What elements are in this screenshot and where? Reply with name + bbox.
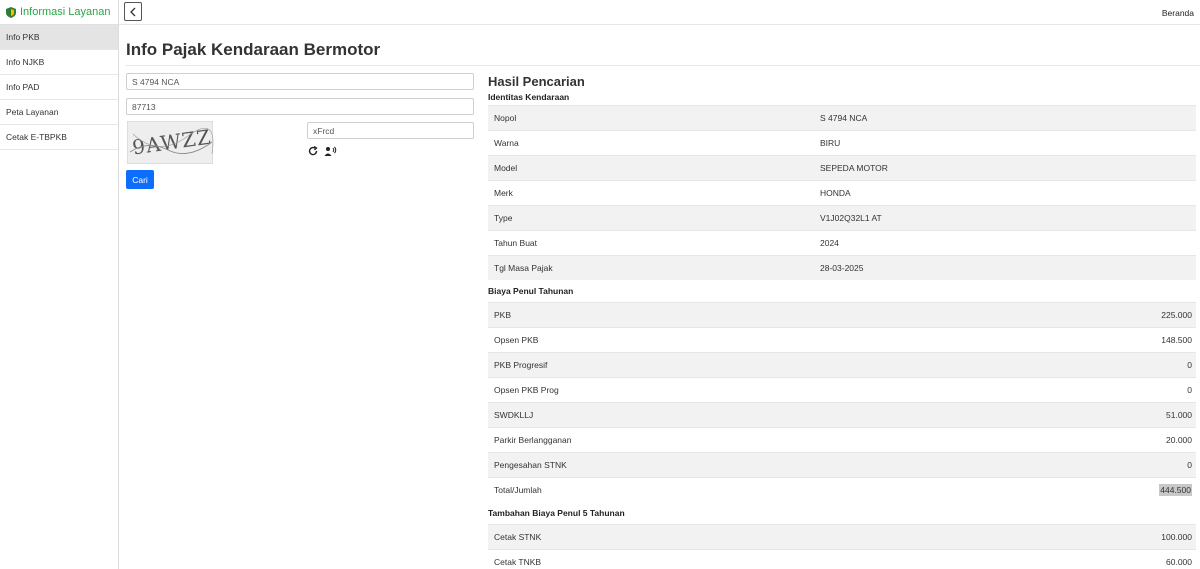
sidebar: Informasi Layanan Info PKB Info NJKB Inf… [0,0,119,569]
results-title: Hasil Pencarian [488,74,585,89]
row-label: Opsen PKB [494,335,539,345]
row-value: SEPEDA MOTOR [820,163,888,173]
table-row: Model SEPEDA MOTOR [488,155,1196,180]
table-row: PKB 225.000 [488,302,1196,327]
row-label: Tahun Buat [494,238,538,248]
table-row: Tahun Buat 2024 [488,230,1196,255]
row-label: Pengesahan STNK [494,460,567,470]
audio-icon[interactable] [324,146,337,156]
row-amount: 225.000 [1161,310,1192,320]
number-input[interactable]: 87713 [126,98,474,115]
captcha-input[interactable]: xFrcd [307,122,474,139]
row-label: SWDKLLJ [494,410,534,420]
sidebar-item-label: Info NJKB [6,57,45,67]
row-amount: 100.000 [1161,532,1192,542]
row-label: Nopol [494,113,517,123]
section-tambahan-heading: Tambahan Biaya Penul 5 Tahunan [488,508,625,518]
sidebar-item-cetak-etbpkb[interactable]: Cetak E-TBPKB [0,125,118,150]
table-row: SWDKLLJ 51.000 [488,402,1196,427]
table-row: Opsen PKB 148.500 [488,327,1196,352]
table-row: Opsen PKB Prog 0 [488,377,1196,402]
sidebar-item-label: Peta Layanan [6,107,59,117]
row-amount: 60.000 [1166,557,1192,567]
identitas-table: Nopol S 4794 NCA Warna BIRU Model SEPEDA MO… [488,105,1196,280]
sidebar-item-peta-layanan[interactable]: Peta Layanan [0,100,118,125]
back-button[interactable] [124,2,142,21]
biaya-table: PKB 225.000 Opsen PKB 148.500 PKB Progresi… [488,302,1196,502]
row-value: V1J02Q32L1 AT [820,213,882,223]
shield-icon [6,6,16,18]
row-label: Cetak TNKB [494,557,542,567]
table-row: Type V1J02Q32L1 AT [488,205,1196,230]
sidebar-item-info-pad[interactable]: Info PAD [0,75,118,100]
table-row: Merk HONDA [488,180,1196,205]
table-row-total: Total/Jumlah 444.500 [488,477,1196,502]
brand-label: Informasi Layanan [20,6,111,18]
row-label: Model [494,163,518,173]
table-row: Cetak TNKB 60.000 [488,549,1196,569]
row-amount: 148.500 [1161,335,1192,345]
row-amount: 0 [1187,460,1192,470]
row-label: Opsen PKB Prog [494,385,559,395]
row-value: 2024 [820,238,839,248]
table-row: Pengesahan STNK 0 [488,452,1196,477]
total-amount-cell: 444.500 [1159,484,1196,496]
sidebar-item-label: Info PKB [6,32,40,42]
section-biaya-heading: Biaya Penul Tahunan [488,286,574,296]
sidebar-item-info-njkb[interactable]: Info NJKB [0,50,118,75]
captcha-image: 9AWZZ [127,121,214,164]
table-row: Parkir Berlangganan 20.000 [488,427,1196,452]
refresh-icon[interactable] [308,146,318,156]
top-bar: Beranda [119,0,1200,25]
tambahan-table: Cetak STNK 100.000 Cetak TNKB 60.000 [488,524,1196,569]
nopol-input[interactable]: S 4794 NCA [126,73,474,90]
sidebar-item-label: Info PAD [6,82,40,92]
brand[interactable]: Informasi Layanan [0,0,118,25]
row-label: PKB [494,310,512,320]
table-row: Nopol S 4794 NCA [488,105,1196,130]
row-value: HONDA [820,188,851,198]
table-row: Tgl Masa Pajak 28-03-2025 [488,255,1196,280]
row-label: Merk [494,188,513,198]
captcha-tools [308,146,337,156]
chevron-left-icon [130,7,136,16]
row-label: Type [494,213,513,223]
row-label: Total/Jumlah [494,485,542,495]
row-label: Cetak STNK [494,532,542,542]
table-row: Warna BIRU [488,130,1196,155]
search-button[interactable]: Cari [126,170,154,189]
row-amount: 20.000 [1166,435,1192,445]
title-divider [126,65,1200,66]
section-identitas-heading: Identitas Kendaraan [488,92,570,102]
results-panel: Hasil Pencarian Identitas Kendaraan Nopo… [488,74,1196,569]
row-value: BIRU [820,138,841,148]
row-amount: 0 [1187,360,1192,370]
row-amount: 51.000 [1166,410,1192,420]
row-value: S 4794 NCA [820,113,868,123]
row-value: 28-03-2025 [820,263,864,273]
sidebar-item-info-pkb[interactable]: Info PKB [0,25,118,50]
row-label: Parkir Berlangganan [494,435,572,445]
table-row: PKB Progresif 0 [488,352,1196,377]
row-label: Warna [494,138,519,148]
total-amount: 444.500 [1159,484,1192,496]
row-amount: 0 [1187,385,1192,395]
beranda-link[interactable]: Beranda [1162,8,1194,18]
sidebar-item-label: Cetak E-TBPKB [6,132,67,142]
table-row: Cetak STNK 100.000 [488,524,1196,549]
row-label: PKB Progresif [494,360,548,370]
captcha-noise [129,127,214,155]
row-label: Tgl Masa Pajak [494,263,553,273]
page-title: Info Pajak Kendaraan Bermotor [126,40,381,59]
